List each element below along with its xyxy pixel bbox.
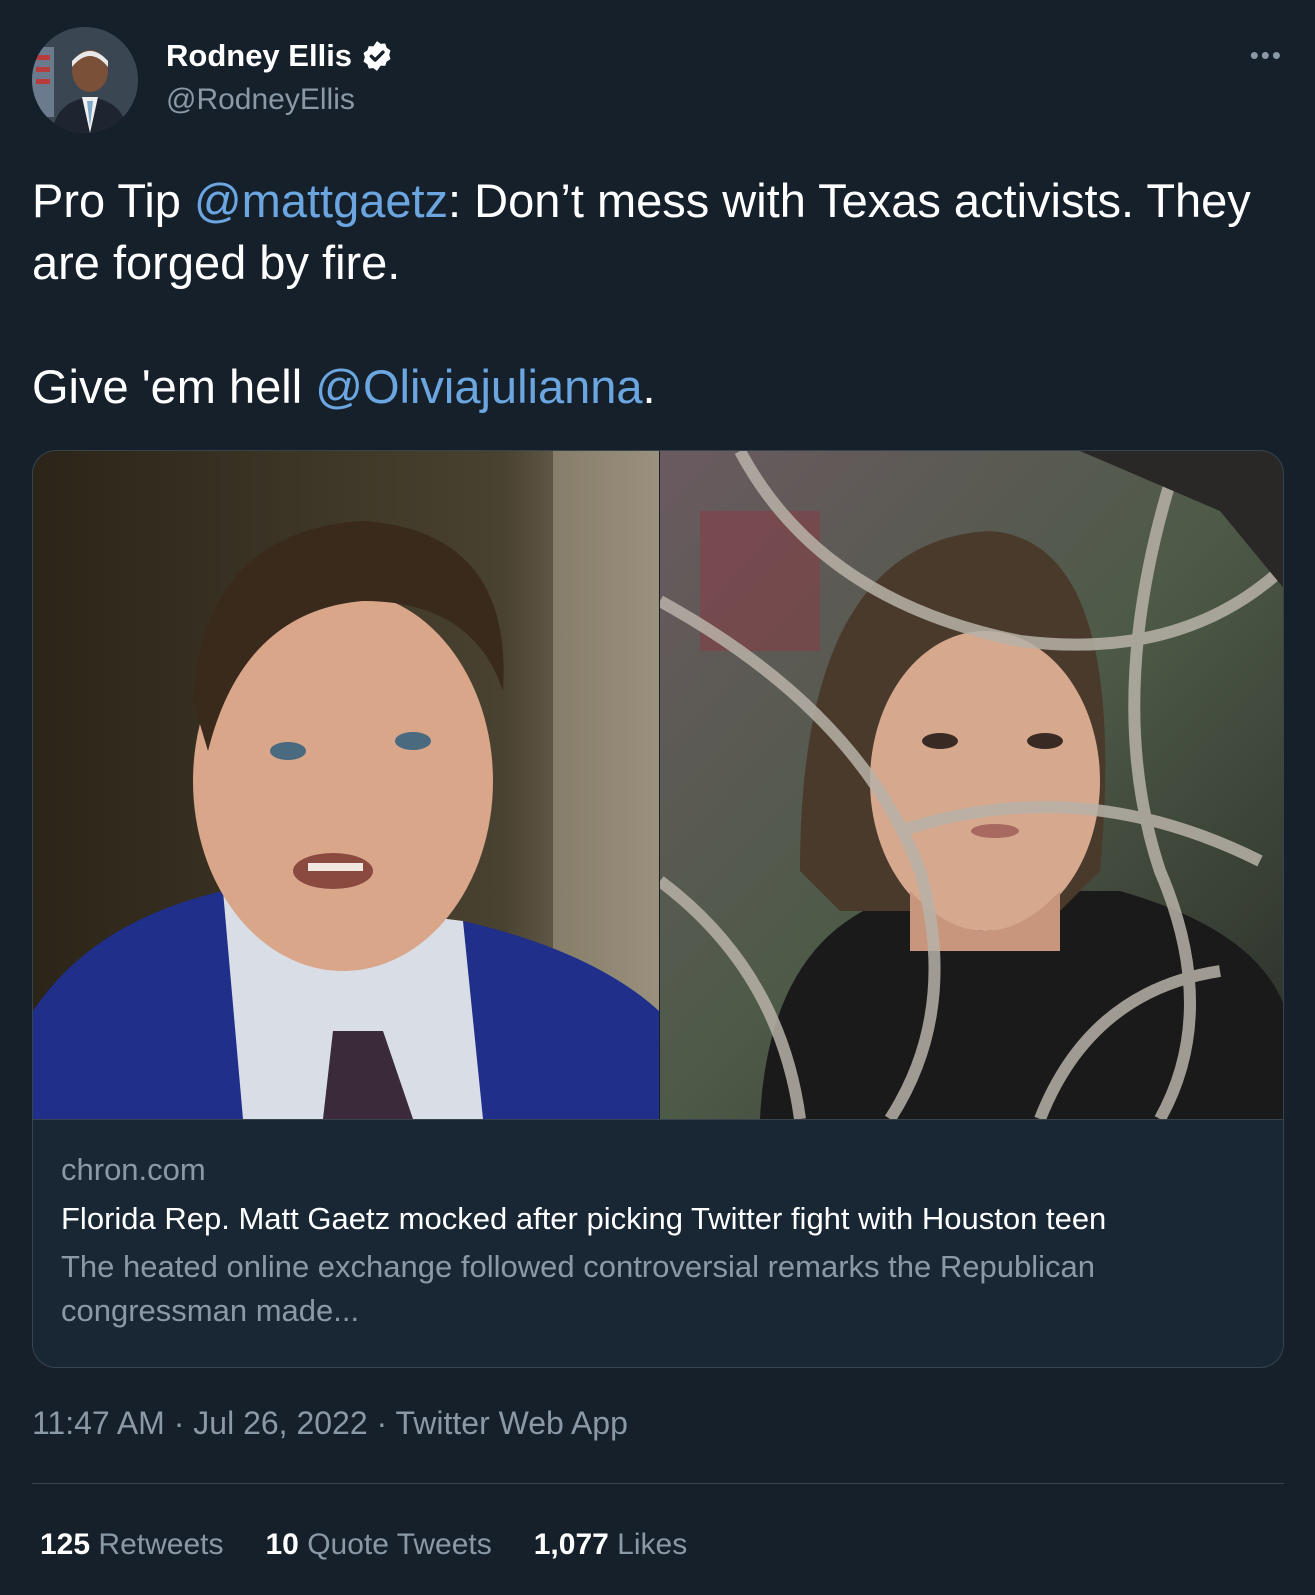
divider xyxy=(32,1483,1284,1484)
quote-tweets-label: Quote Tweets xyxy=(307,1528,492,1561)
tweet-timestamp: 11:47 AM · Jul 26, 2022 · Twitter Web Ap… xyxy=(32,1405,628,1442)
likes-label: Likes xyxy=(617,1528,688,1561)
verified-badge-icon xyxy=(360,39,394,73)
tweet-text-segment: . xyxy=(642,360,656,413)
tweet-time[interactable]: 11:47 AM xyxy=(32,1405,165,1441)
mention-link-oliviajulianna[interactable]: @Oliviajulianna xyxy=(315,360,642,413)
author-name-text[interactable]: Rodney Ellis xyxy=(166,38,352,74)
likes-count: 1,077 xyxy=(533,1528,609,1561)
link-preview-card[interactable]: chron.com Florida Rep. Matt Gaetz mocked… xyxy=(32,450,1284,1368)
tweet-text-segment: Pro Tip xyxy=(32,174,194,227)
likes-stat[interactable]: 1,077 Likes xyxy=(534,1528,687,1562)
author-handle[interactable]: @RodneyEllis xyxy=(166,83,355,117)
tweet-text: Pro Tip @mattgaetz: Don’t mess with Texa… xyxy=(32,170,1282,418)
card-image-area[interactable] xyxy=(33,451,1283,1119)
tweet-paragraph-1: Pro Tip @mattgaetz: Don’t mess with Texa… xyxy=(32,170,1282,294)
mention-link-mattgaetz[interactable]: @mattgaetz xyxy=(194,174,448,227)
tweet-source[interactable]: Twitter Web App xyxy=(395,1405,627,1441)
card-image-right xyxy=(658,451,1283,1119)
tweet-text-segment: Give 'em hell xyxy=(32,360,316,413)
retweets-stat[interactable]: 125 Retweets xyxy=(40,1528,223,1562)
meta-separator: · xyxy=(367,1405,396,1441)
card-description: The heated online exchange followed cont… xyxy=(61,1249,1095,1328)
card-domain: chron.com xyxy=(61,1152,206,1187)
tweet-paragraph-2: Give 'em hell @Oliviajulianna. xyxy=(32,356,1282,418)
author-avatar[interactable] xyxy=(32,27,138,133)
tweet-date[interactable]: Jul 26, 2022 xyxy=(193,1405,367,1441)
card-image-left xyxy=(33,451,659,1119)
meta-separator: · xyxy=(164,1405,194,1441)
engagement-stats: 125 Retweets 10 Quote Tweets 1,077 Likes xyxy=(40,1528,687,1562)
retweets-count: 125 xyxy=(40,1528,91,1561)
quote-tweets-stat[interactable]: 10 Quote Tweets xyxy=(265,1528,491,1562)
retweets-label: Retweets xyxy=(98,1528,224,1561)
more-options-icon[interactable]: ••• xyxy=(1250,40,1283,71)
author-name[interactable]: Rodney Ellis xyxy=(166,38,394,74)
quote-tweets-count: 10 xyxy=(265,1528,299,1561)
card-title[interactable]: Florida Rep. Matt Gaetz mocked after pic… xyxy=(61,1199,1255,1239)
card-text-area[interactable]: chron.com Florida Rep. Matt Gaetz mocked… xyxy=(33,1119,1283,1367)
